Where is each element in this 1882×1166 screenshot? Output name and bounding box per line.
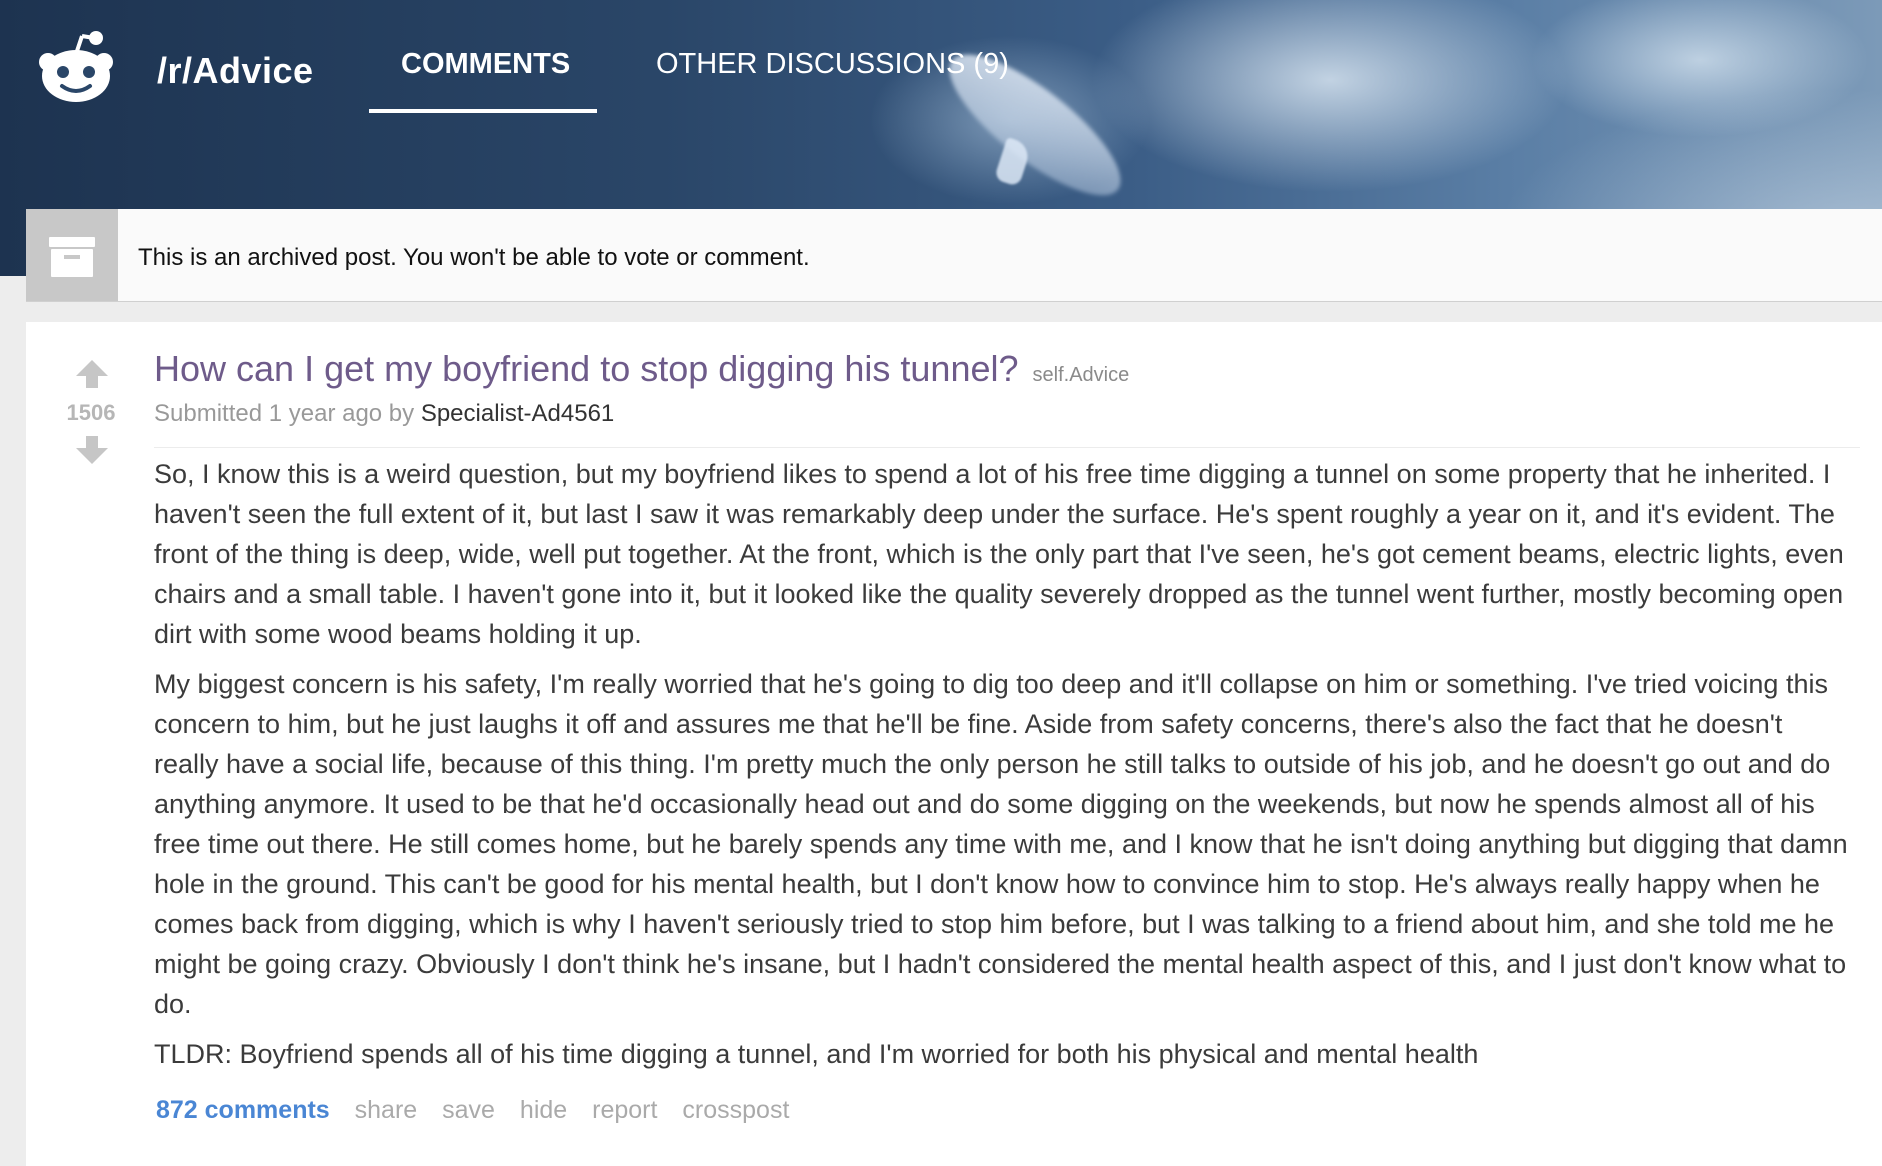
post-title-line: How can I get my boyfriend to stop diggi… <box>154 348 1129 390</box>
post-divider <box>154 447 1860 448</box>
post-domain[interactable]: self.Advice <box>1033 364 1130 386</box>
post-paragraph: My biggest concern is his safety, I'm re… <box>154 669 1848 1019</box>
post-paragraph-tldr: TLDR: Boyfriend spends all of his time d… <box>154 1039 1479 1069</box>
post-tagline: Submitted 1 year ago by Specialist-Ad456… <box>154 400 614 428</box>
submitted-text: Submitted 1 year ago by <box>154 400 415 427</box>
tab-comments[interactable]: COMMENTS <box>401 48 570 81</box>
share-button[interactable]: share <box>355 1096 418 1124</box>
author-link[interactable]: Specialist-Ad4561 <box>421 400 614 427</box>
post-container: 1506 How can I get my boyfriend to stop … <box>26 322 1882 1166</box>
archived-notice-text: This is an archived post. You won't be a… <box>138 244 810 271</box>
archived-notice: This is an archived post. You won't be a… <box>26 209 1882 302</box>
post-body: So, I know this is a weird question, but… <box>154 454 1854 1084</box>
upvote-arrow-icon[interactable] <box>74 358 110 390</box>
active-tab-underline <box>369 109 597 113</box>
crosspost-button[interactable]: crosspost <box>682 1096 789 1124</box>
hide-button[interactable]: hide <box>520 1096 567 1124</box>
comments-link[interactable]: 872 comments <box>156 1096 330 1124</box>
post-actions: 872 comments share save hide report cros… <box>154 1096 807 1125</box>
post-paragraph: So, I know this is a weird question, but… <box>154 459 1844 649</box>
post-score: 1506 <box>66 400 116 425</box>
report-button[interactable]: report <box>592 1096 657 1124</box>
downvote-arrow-icon[interactable] <box>74 434 110 466</box>
subreddit-name[interactable]: /r/Advice <box>157 50 314 92</box>
post-title-link[interactable]: How can I get my boyfriend to stop diggi… <box>154 348 1019 389</box>
reddit-alien-icon[interactable] <box>36 28 116 108</box>
tab-other-discussions[interactable]: OTHER DISCUSSIONS (9) <box>656 48 1009 81</box>
save-button[interactable]: save <box>442 1096 495 1124</box>
archive-box-icon <box>26 209 118 301</box>
